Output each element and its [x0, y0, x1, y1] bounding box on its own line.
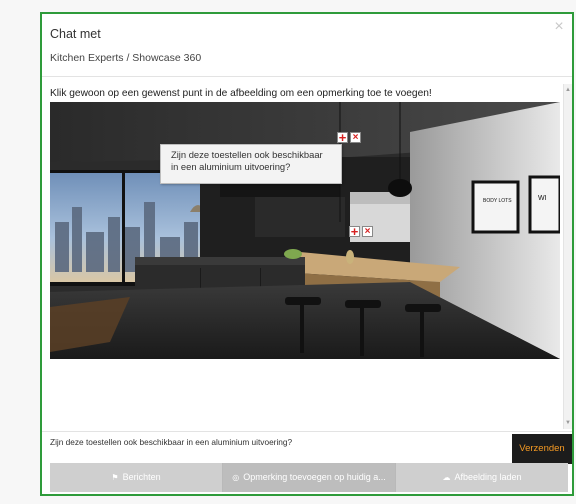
flag-icon: ⚑ — [111, 473, 119, 482]
instruction-text: Klik gewoon op een gewenst punt in de af… — [50, 88, 432, 99]
send-button[interactable]: Verzenden — [512, 434, 572, 464]
scrollbar[interactable]: ▲ ▼ — [563, 84, 572, 429]
kitchen-image[interactable]: BODY LOTS WI + × Zijn deze toestellen oo… — [50, 102, 560, 359]
annotation-2-add-icon[interactable]: + — [349, 225, 360, 238]
divider — [42, 431, 572, 432]
tab-add-comment[interactable]: ◎ Opmerking toevoegen op huidig a... — [223, 463, 396, 492]
annotation-1-add-icon[interactable]: + — [337, 131, 348, 144]
tab-load-image[interactable]: ☁ Afbeelding laden — [396, 463, 568, 492]
poster-2-text: WI — [538, 195, 547, 202]
tab-label: Opmerking toevoegen op huidig a... — [243, 472, 386, 482]
kitchen-scene: BODY LOTS WI — [50, 102, 560, 359]
modal-title: Chat met — [50, 27, 101, 41]
annotation-1-delete-icon[interactable]: × — [350, 132, 361, 143]
annotation-tooltip: Zijn deze toestellen ook beschikbaar in … — [160, 144, 342, 184]
tab-label: Berichten — [122, 472, 161, 482]
poster-1-text: BODY LOTS — [483, 198, 512, 204]
scroll-down-icon[interactable]: ▼ — [564, 419, 572, 427]
annotation-2-delete-icon[interactable]: × — [362, 226, 373, 237]
scroll-up-icon[interactable]: ▲ — [564, 86, 572, 94]
chat-modal: × Chat met Kitchen Experts / Showcase 36… — [40, 12, 574, 496]
close-icon[interactable]: × — [552, 19, 566, 35]
tab-label: Afbeelding laden — [454, 472, 522, 482]
message-input[interactable]: Zijn deze toestellen ook beschikbaar in … — [50, 437, 292, 447]
tab-berichten[interactable]: ⚑ Berichten — [50, 463, 223, 492]
comment-icon: ◎ — [232, 473, 240, 482]
bottom-tabs: ⚑ Berichten ◎ Opmerking toevoegen op huidi… — [50, 463, 568, 492]
divider — [42, 76, 572, 77]
modal-subtitle: Kitchen Experts / Showcase 360 — [50, 52, 202, 64]
tooltip-line-2: in een aluminium uitvoering? — [171, 161, 291, 172]
tooltip-line-1: Zijn deze toestellen ook beschikbaar — [171, 149, 323, 160]
image-icon: ☁ — [442, 473, 451, 482]
